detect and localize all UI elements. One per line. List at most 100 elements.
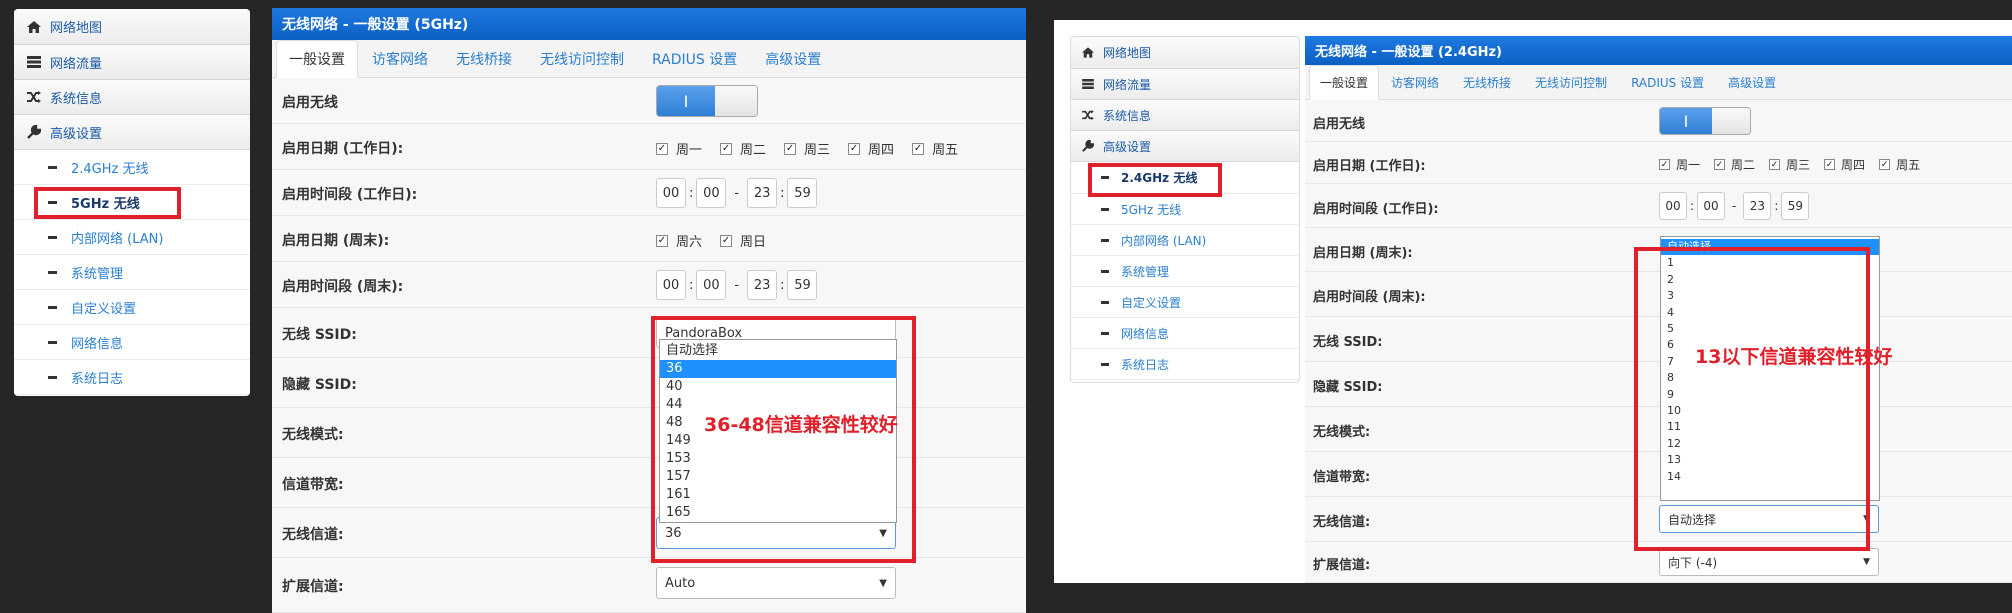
tab-bridge[interactable]: 无线桥接 [442,41,526,77]
checkbox-fri[interactable]: ✓ 周五 [912,139,958,158]
start-minute-input[interactable]: 00 [1697,192,1726,220]
tab-advanced[interactable]: 高级设置 [1716,66,1788,99]
sidebar-item-label: 高级设置 [50,126,103,142]
sidebar-subitem-label: 网络信息 [1121,326,1170,341]
list-icon [26,56,42,68]
start-hour-input[interactable]: 00 [656,178,686,208]
checkbox-icon: ✓ [656,142,668,155]
row-enable-wireless: 启用无线 I [1305,100,2012,142]
checkbox-tue[interactable]: ✓ 周二 [720,139,766,158]
label-ssid: 无线 SSID: [1313,335,1383,350]
start-minute-input[interactable]: 00 [696,270,727,300]
bullet-icon [48,165,57,169]
sidebar-subitem-system-admin[interactable]: 系统管理 [1071,256,1299,287]
tab-bar: 一般设置 访客网络 无线桥接 无线访问控制 RADIUS 设置 高级设置 [272,40,1026,78]
checkbox-thu[interactable]: ✓ 周四 [1824,156,1865,173]
tab-label: 一般设置 [1320,76,1369,90]
colon-separator: : [780,185,785,201]
sidebar-subitem-lan[interactable]: 内部网络 (LAN) [1071,225,1299,256]
sidebar-item-system-info[interactable]: 系统信息 [14,80,250,115]
label-weekday-time: 启用时间段 (工作日): [1313,202,1439,217]
sidebar-subitem-5ghz[interactable]: 5GHz 无线 [1071,194,1299,225]
label-ext-channel: 扩展信道: [282,579,344,595]
sidebar-subitem-syslog[interactable]: 系统日志 [14,360,250,395]
bullet-icon [48,305,57,309]
start-hour-input[interactable]: 00 [656,270,686,300]
end-hour-input[interactable]: 23 [1743,192,1772,220]
tab-advanced[interactable]: 高级设置 [751,41,835,77]
checkbox-thu[interactable]: ✓ 周四 [848,139,894,158]
highlight-box-channel [651,316,916,563]
sidebar-item-traffic[interactable]: 网络流量 [14,45,250,80]
sidebar-item-label: 网络地图 [50,21,103,36]
checkbox-wed[interactable]: ✓ 周三 [1769,156,1810,173]
checkbox-icon: ✓ [1769,159,1781,170]
wireless-enable-toggle[interactable]: I [1659,107,1751,135]
colon-separator: : [1774,199,1779,213]
sidebar-item-advanced[interactable]: 高级设置 [1071,131,1299,162]
checkbox-label: 周四 [1841,158,1866,172]
checkbox-label: 周三 [1786,158,1811,172]
sidebar-subitem-system-admin[interactable]: 系统管理 [14,255,250,290]
sidebar-subitem-network-info[interactable]: 网络信息 [14,325,250,360]
home-icon [26,20,42,33]
range-separator: - [1732,199,1737,213]
end-hour-input[interactable]: 23 [747,270,778,300]
tab-bar: 一般设置 访客网络 无线桥接 无线访问控制 RADIUS 设置 高级设置 [1305,65,2012,100]
bullet-icon [1101,238,1109,242]
ext-channel-select[interactable]: 向下 (-4) ▼ [1659,548,1879,576]
tab-radius[interactable]: RADIUS 设置 [638,41,751,77]
checkbox-sat[interactable]: ✓ 周六 [656,231,702,250]
tab-general[interactable]: 一般设置 [276,40,358,78]
sidebar-item-system-info[interactable]: 系统信息 [1071,100,1299,131]
checkbox-wed[interactable]: ✓ 周三 [784,139,830,158]
sidebar-subitem-24ghz[interactable]: 2.4GHz 无线 [14,150,250,185]
start-hour-input[interactable]: 00 [1659,192,1687,220]
sidebar-item-network-map[interactable]: 网络地图 [14,9,250,45]
tab-label: RADIUS 设置 [1631,76,1705,90]
tab-access-control[interactable]: 无线访问控制 [526,41,638,77]
sidebar-subitem-syslog[interactable]: 系统日志 [1071,349,1299,380]
toggle-on-part: I [657,86,715,116]
sidebar-item-traffic[interactable]: 网络流量 [1071,69,1299,100]
label-ext-channel: 扩展信道: [1313,558,1371,573]
end-minute-input[interactable]: 59 [1781,192,1810,220]
sidebar-subitem-lan[interactable]: 内部网络 (LAN) [14,220,250,255]
end-minute-input[interactable]: 59 [787,270,818,300]
sidebar-subitem-label: 系统管理 [71,266,124,282]
bullet-icon [1101,300,1109,304]
checkbox-icon: ✓ [656,234,668,247]
checkbox-label: 周二 [1731,158,1756,172]
row-weekday-time: 启用时间段 (工作日): 00 : 00 - 23 : 59 [1305,184,2012,228]
tab-radius[interactable]: RADIUS 设置 [1619,66,1716,99]
checkbox-fri[interactable]: ✓ 周五 [1879,156,1920,173]
time-value: 59 [794,185,811,201]
wrench-icon [26,125,42,139]
tab-guest[interactable]: 访客网络 [1379,66,1451,99]
sidebar-item-advanced[interactable]: 高级设置 [14,115,250,150]
time-value: 23 [753,277,771,293]
ext-channel-select[interactable]: Auto ▼ [656,567,896,599]
end-hour-input[interactable]: 23 [747,178,778,208]
row-weekday-days: 启用日期 (工作日): ✓ 周一 ✓ 周二 ✓ 周三 ✓ 周四 ✓ 周五 [1305,142,2012,184]
time-value: 00 [703,185,720,201]
shuffle-icon [26,91,42,103]
end-minute-input[interactable]: 59 [787,178,818,208]
sidebar-subitem-custom[interactable]: 自定义设置 [14,290,250,325]
tab-general[interactable]: 一般设置 [1309,65,1380,100]
tab-bridge[interactable]: 无线桥接 [1451,66,1523,99]
sidebar-item-network-map[interactable]: 网络地图 [1071,37,1299,69]
wrench-icon [1081,140,1095,152]
tab-guest[interactable]: 访客网络 [358,41,442,77]
sidebar-subitem-network-info[interactable]: 网络信息 [1071,318,1299,349]
sidebar-item-label: 网络流量 [50,56,103,72]
checkbox-sun[interactable]: ✓ 周日 [720,231,766,250]
wireless-enable-toggle[interactable]: I [656,85,758,117]
checkbox-tue[interactable]: ✓ 周二 [1714,156,1755,173]
tab-label: 访客网络 [372,52,428,68]
sidebar-subitem-custom[interactable]: 自定义设置 [1071,287,1299,318]
tab-access-control[interactable]: 无线访问控制 [1523,66,1619,99]
checkbox-mon[interactable]: ✓ 周一 [1659,156,1700,173]
checkbox-mon[interactable]: ✓ 周一 [656,139,702,158]
start-minute-input[interactable]: 00 [696,178,727,208]
